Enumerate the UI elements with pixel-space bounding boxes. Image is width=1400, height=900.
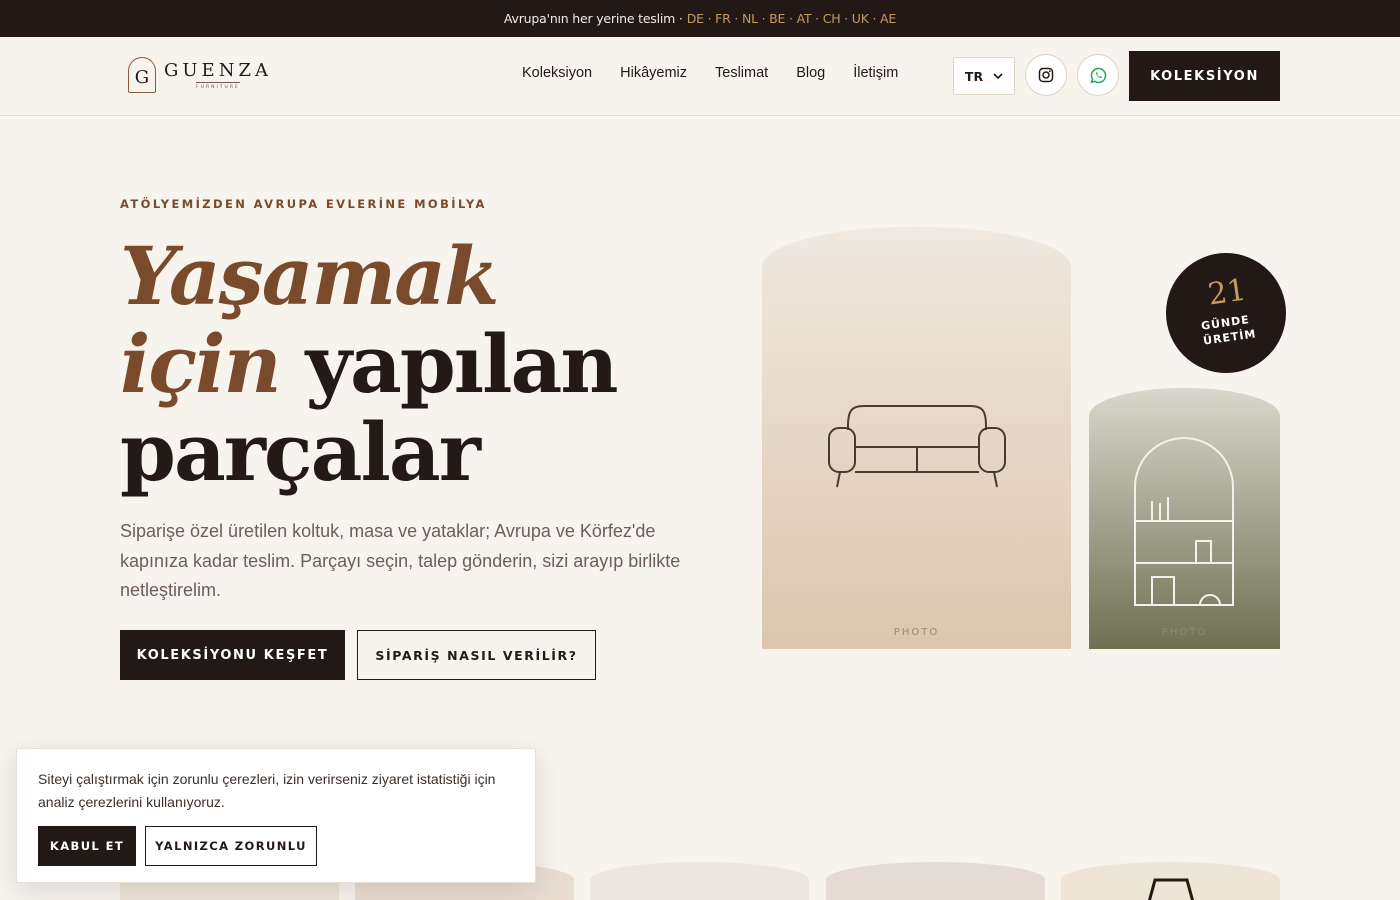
photo-placeholder-label: PHOTO bbox=[893, 627, 940, 638]
instagram-icon bbox=[1038, 67, 1054, 83]
header-collection-button[interactable]: KOLEKSİYON bbox=[1129, 51, 1280, 101]
language-value: TR bbox=[964, 68, 984, 84]
photo-placeholder-label-side: PHOTO bbox=[1161, 627, 1208, 638]
arched-shelf-icon bbox=[1134, 437, 1234, 606]
announcement-text: Avrupa'nın her yerine teslim · bbox=[503, 11, 683, 26]
brand-logo[interactable]: G GUENZA FURNITURE bbox=[128, 57, 272, 93]
nav-item-teslimat[interactable]: Teslimat bbox=[715, 65, 768, 81]
sofa-icon bbox=[828, 405, 1006, 488]
hero-photo-side: PHOTO bbox=[1089, 388, 1280, 649]
collection-thumb[interactable] bbox=[590, 862, 809, 900]
nav-item-koleksiyon[interactable]: Koleksiyon bbox=[522, 65, 592, 81]
collection-thumb[interactable] bbox=[1061, 862, 1280, 900]
hero-title-line2: yapılan bbox=[305, 317, 619, 411]
nav-item-blog[interactable]: Blog bbox=[796, 65, 825, 81]
nav-item-hikayemiz[interactable]: Hikâyemiz bbox=[620, 65, 687, 81]
hero-photo-main: PHOTO bbox=[762, 227, 1071, 649]
hero-title-line1: Yaşamak bbox=[120, 229, 500, 323]
cookie-accept-button[interactable]: KABUL ET bbox=[38, 826, 136, 866]
logo-wordmark: GUENZA FURNITURE bbox=[164, 60, 272, 90]
cookie-text: Siteyi çalıştırmak için zorunlu çerezler… bbox=[38, 771, 496, 810]
collection-thumb[interactable] bbox=[826, 862, 1045, 900]
hero-title: Yaşamak için yapılan parçalar bbox=[120, 229, 619, 499]
announcement-countries: DE · FR · NL · BE · AT · CH · UK · AE bbox=[686, 11, 897, 26]
logo-name: GUENZA bbox=[164, 60, 272, 81]
logo-subtitle: FURNITURE bbox=[196, 82, 240, 90]
logo-mark: G bbox=[128, 57, 156, 93]
language-select[interactable]: TR bbox=[953, 57, 1015, 95]
instagram-button[interactable] bbox=[1025, 54, 1067, 96]
nav-item-iletisim[interactable]: İletişim bbox=[853, 65, 898, 81]
production-days-badge: 21 GÜNDE ÜRETİM bbox=[1166, 253, 1286, 373]
hero-eyebrow: ATÖLYEMİZDEN AVRUPA EVLERİNE MOBİLYA bbox=[120, 197, 487, 211]
announcement-bar: Avrupa'nın her yerine teslim · DE · FR ·… bbox=[0, 0, 1400, 37]
site-header: G GUENZA FURNITURE Koleksiyon Hikâyemiz … bbox=[0, 37, 1400, 116]
cookie-essential-only-button[interactable]: YALNIZCA ZORUNLU bbox=[145, 826, 317, 866]
whatsapp-icon bbox=[1089, 67, 1106, 83]
hero-description: Siparişe özel üretilen koltuk, masa ve y… bbox=[120, 521, 681, 600]
explore-collection-button[interactable]: KOLEKSİYONU KEŞFET bbox=[120, 630, 345, 680]
how-to-order-button[interactable]: SİPARİŞ NASIL VERİLİR? bbox=[357, 630, 596, 680]
badge-text: GÜNDE ÜRETİM bbox=[1200, 311, 1257, 348]
badge-number: 21 bbox=[1205, 272, 1249, 313]
whatsapp-button[interactable] bbox=[1077, 54, 1119, 96]
main-nav: Koleksiyon Hikâyemiz Teslimat Blog İleti… bbox=[522, 65, 898, 81]
hero-title-accent: için bbox=[120, 317, 282, 411]
chevron-down-icon bbox=[993, 73, 1003, 79]
hero-title-line3: parçalar bbox=[120, 405, 481, 499]
lamp-icon bbox=[1147, 878, 1195, 900]
cookie-banner: Siteyi çalıştırmak için zorunlu çerezler… bbox=[16, 748, 536, 883]
